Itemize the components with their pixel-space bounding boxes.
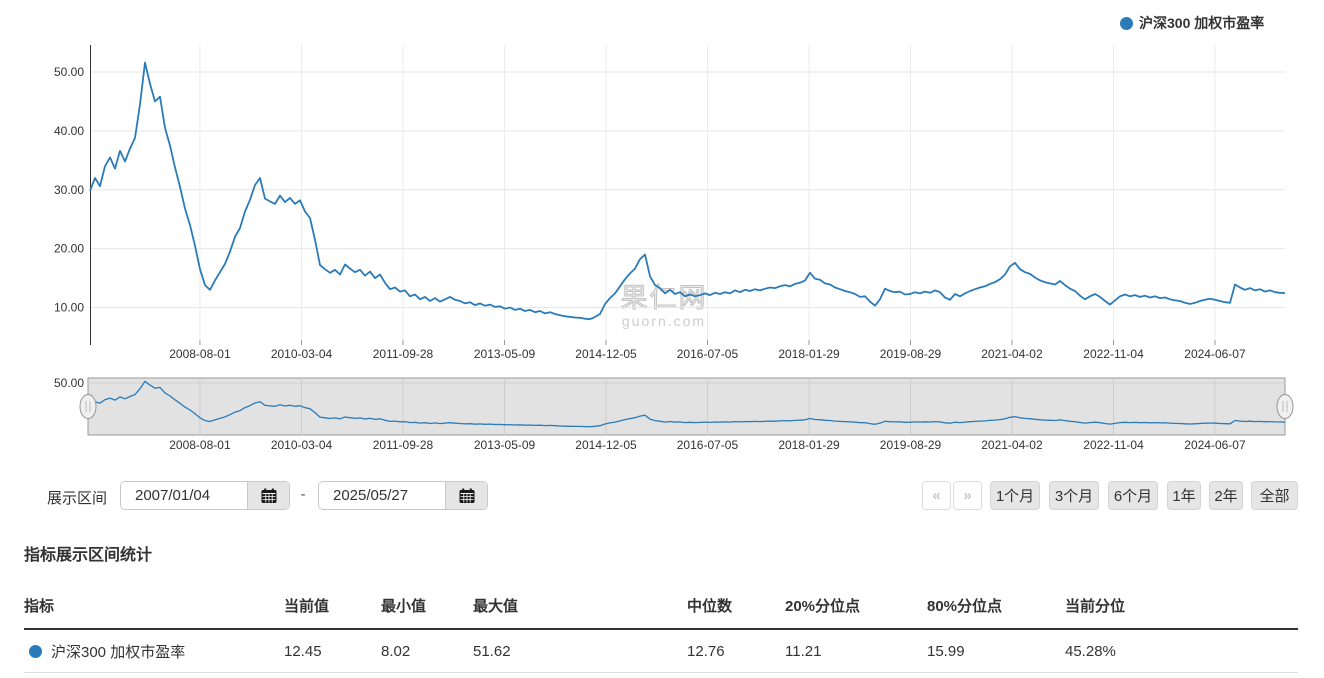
start-date-group xyxy=(120,481,290,510)
navigator-y-label: 50.00 xyxy=(54,376,84,390)
col-header-indicator: 指标 xyxy=(24,597,55,615)
x-tick-label: 2016-07-05 xyxy=(677,347,739,361)
navigator-x-tick-label: 2016-07-05 xyxy=(677,438,739,452)
double-chevron-right-icon: » xyxy=(963,487,972,504)
navigator-left-handle[interactable] xyxy=(79,394,97,419)
stat-median: 12.76 xyxy=(687,642,725,660)
col-header-max: 最大值 xyxy=(473,597,519,615)
col-header-current: 当前值 xyxy=(284,597,330,615)
series-marker-icon xyxy=(29,644,42,658)
app: 果仁网 guorn.com 10.00 20.00 30.00 40.00 50.00 2… xyxy=(0,0,1324,678)
y-tick-label: 30.00 xyxy=(54,183,84,197)
date-range-label: 展示区间 xyxy=(47,490,108,507)
range-button-1y[interactable]: 1年 xyxy=(1167,481,1201,510)
calendar-icon xyxy=(261,488,276,503)
x-tick-label: 2014-12-05 xyxy=(575,347,637,361)
stats-title: 指标展示区间统计 xyxy=(24,547,153,564)
start-date-input[interactable] xyxy=(121,482,247,509)
navigator-selected-range[interactable] xyxy=(87,377,1286,436)
legend-marker-icon xyxy=(1120,16,1133,30)
navigator-x-tick-label: 2011-09-28 xyxy=(373,438,434,452)
stat-p20: 11.21 xyxy=(785,642,822,660)
navigator-x-tick-label: 2021-04-02 xyxy=(981,438,1043,452)
y-tick-label: 20.00 xyxy=(54,242,84,256)
navigator-x-tick-label: 2014-12-05 xyxy=(575,438,637,452)
navigator-x-tick-label: 2013-05-09 xyxy=(474,438,536,452)
x-tick-label: 2008-08-01 xyxy=(169,347,231,361)
range-button-3m[interactable]: 3个月 xyxy=(1049,481,1099,510)
navigator-x-tick-label: 2024-06-07 xyxy=(1184,438,1246,452)
x-tick-label: 2011-09-28 xyxy=(373,347,434,361)
navigator-x-tick-label: 2008-08-01 xyxy=(169,438,231,452)
y-tick-label: 10.00 xyxy=(54,301,84,315)
range-button-1m[interactable]: 1个月 xyxy=(990,481,1040,510)
main-chart: 10.00 20.00 30.00 40.00 50.00 2008-08-01 2010-… xyxy=(54,45,1286,361)
date-range-separator: - xyxy=(300,486,306,503)
range-button-2y[interactable]: 2年 xyxy=(1209,481,1243,510)
range-controls: 展示区间 - xyxy=(0,481,1324,511)
navigator-right-handle[interactable] xyxy=(1276,394,1294,419)
navigator-x-tick-label: 2018-01-29 xyxy=(778,438,840,452)
stat-percentile: 45.28% xyxy=(1065,642,1116,660)
y-tick-label: 40.00 xyxy=(54,124,84,138)
end-date-calendar-button[interactable] xyxy=(445,482,487,509)
end-date-group xyxy=(318,481,488,510)
series-line xyxy=(89,61,1286,321)
double-chevron-left-icon: « xyxy=(932,487,941,504)
chart-legend[interactable]: 沪深300 加权市盈率 xyxy=(1120,13,1264,33)
x-tick-label: 2024-06-07 xyxy=(1184,347,1246,361)
stats-section: 指标展示区间统计 指标 当前值 最小值 最大值 中位数 20%分位点 80%分位… xyxy=(24,544,1298,673)
stat-min: 8.02 xyxy=(381,642,411,660)
calendar-icon xyxy=(459,488,474,503)
col-header-min: 最小值 xyxy=(381,597,427,615)
indicator-name-cell: 沪深300 加权市盈率 xyxy=(24,641,284,662)
x-tick-label: 2019-08-29 xyxy=(880,347,942,361)
stats-table-header: 指标 当前值 最小值 最大值 中位数 20%分位点 80%分位点 当前分位 xyxy=(24,582,1298,630)
navigator-x-tick-label: 2010-03-04 xyxy=(271,438,333,452)
stat-max: 51.62 xyxy=(473,642,511,660)
indicator-name: 沪深300 加权市盈率 xyxy=(51,643,186,661)
x-tick-label: 2022-11-04 xyxy=(1083,347,1144,361)
pan-left-button[interactable]: « xyxy=(922,481,951,510)
legend-label: 沪深300 加权市盈率 xyxy=(1139,15,1265,31)
start-date-calendar-button[interactable] xyxy=(247,482,289,509)
range-button-6m[interactable]: 6个月 xyxy=(1108,481,1158,510)
stat-current: 12.45 xyxy=(284,642,322,660)
pan-right-button[interactable]: » xyxy=(953,481,982,510)
x-tick-label: 2010-03-04 xyxy=(271,347,333,361)
col-header-median: 中位数 xyxy=(687,597,733,615)
end-date-input[interactable] xyxy=(319,482,445,509)
x-tick-label: 2018-01-29 xyxy=(778,347,840,361)
x-tick-label: 2021-04-02 xyxy=(981,347,1043,361)
stats-table-row: 沪深300 加权市盈率 12.45 8.02 51.62 12.76 11.21… xyxy=(24,630,1298,673)
navigator-x-tick-label: 2019-08-29 xyxy=(880,438,942,452)
x-tick-label: 2013-05-09 xyxy=(474,347,536,361)
period-buttons: « » 1个月 3个月 6个月 1年 2年 全部 xyxy=(922,481,1298,510)
navigator-x-tick-label: 2022-11-04 xyxy=(1083,438,1144,452)
range-button-all[interactable]: 全部 xyxy=(1251,481,1298,510)
stat-p80: 15.99 xyxy=(927,642,965,660)
col-header-percentile: 当前分位 xyxy=(1065,597,1126,615)
y-tick-label: 50.00 xyxy=(54,65,84,79)
col-header-p20: 20%分位点 xyxy=(785,597,861,615)
navigator-chart[interactable]: 2008-08-01 2010-03-04 2011-09-28 2013-05-09… xyxy=(0,368,1324,460)
col-header-p80: 80%分位点 xyxy=(927,597,1003,615)
